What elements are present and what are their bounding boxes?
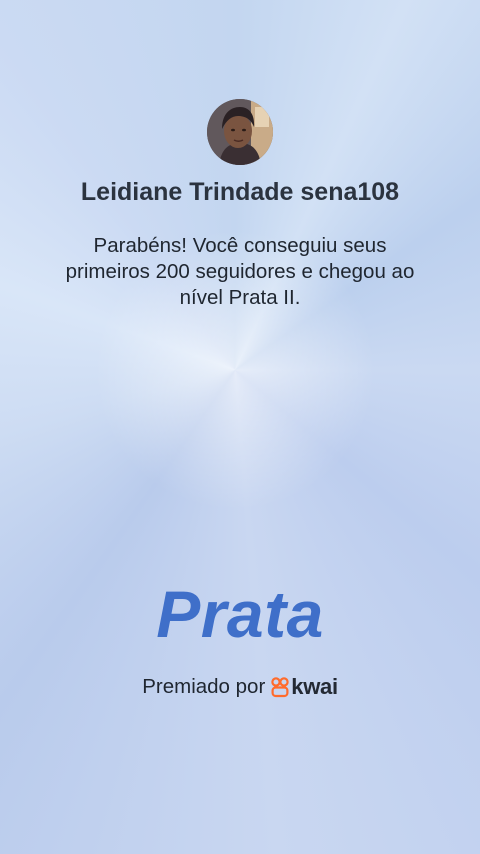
level-up-screen: Leidiane Trindade sena108 Parabéns! Você… bbox=[0, 0, 480, 854]
kwai-logo-icon bbox=[271, 677, 289, 698]
award-line: Premiado por kwai bbox=[0, 674, 480, 700]
user-avatar-photo bbox=[207, 99, 273, 165]
award-label: Premiado por bbox=[142, 675, 266, 698]
user-avatar[interactable] bbox=[207, 99, 273, 165]
kwai-logo: kwai bbox=[271, 674, 338, 700]
level-name: Prata bbox=[156, 577, 324, 651]
congrats-message: Parabéns! Você conseguiu seus primeiros … bbox=[65, 234, 415, 309]
kwai-brand-text: kwai bbox=[291, 674, 338, 699]
username: Leidiane Trindade sena108 bbox=[80, 178, 400, 206]
